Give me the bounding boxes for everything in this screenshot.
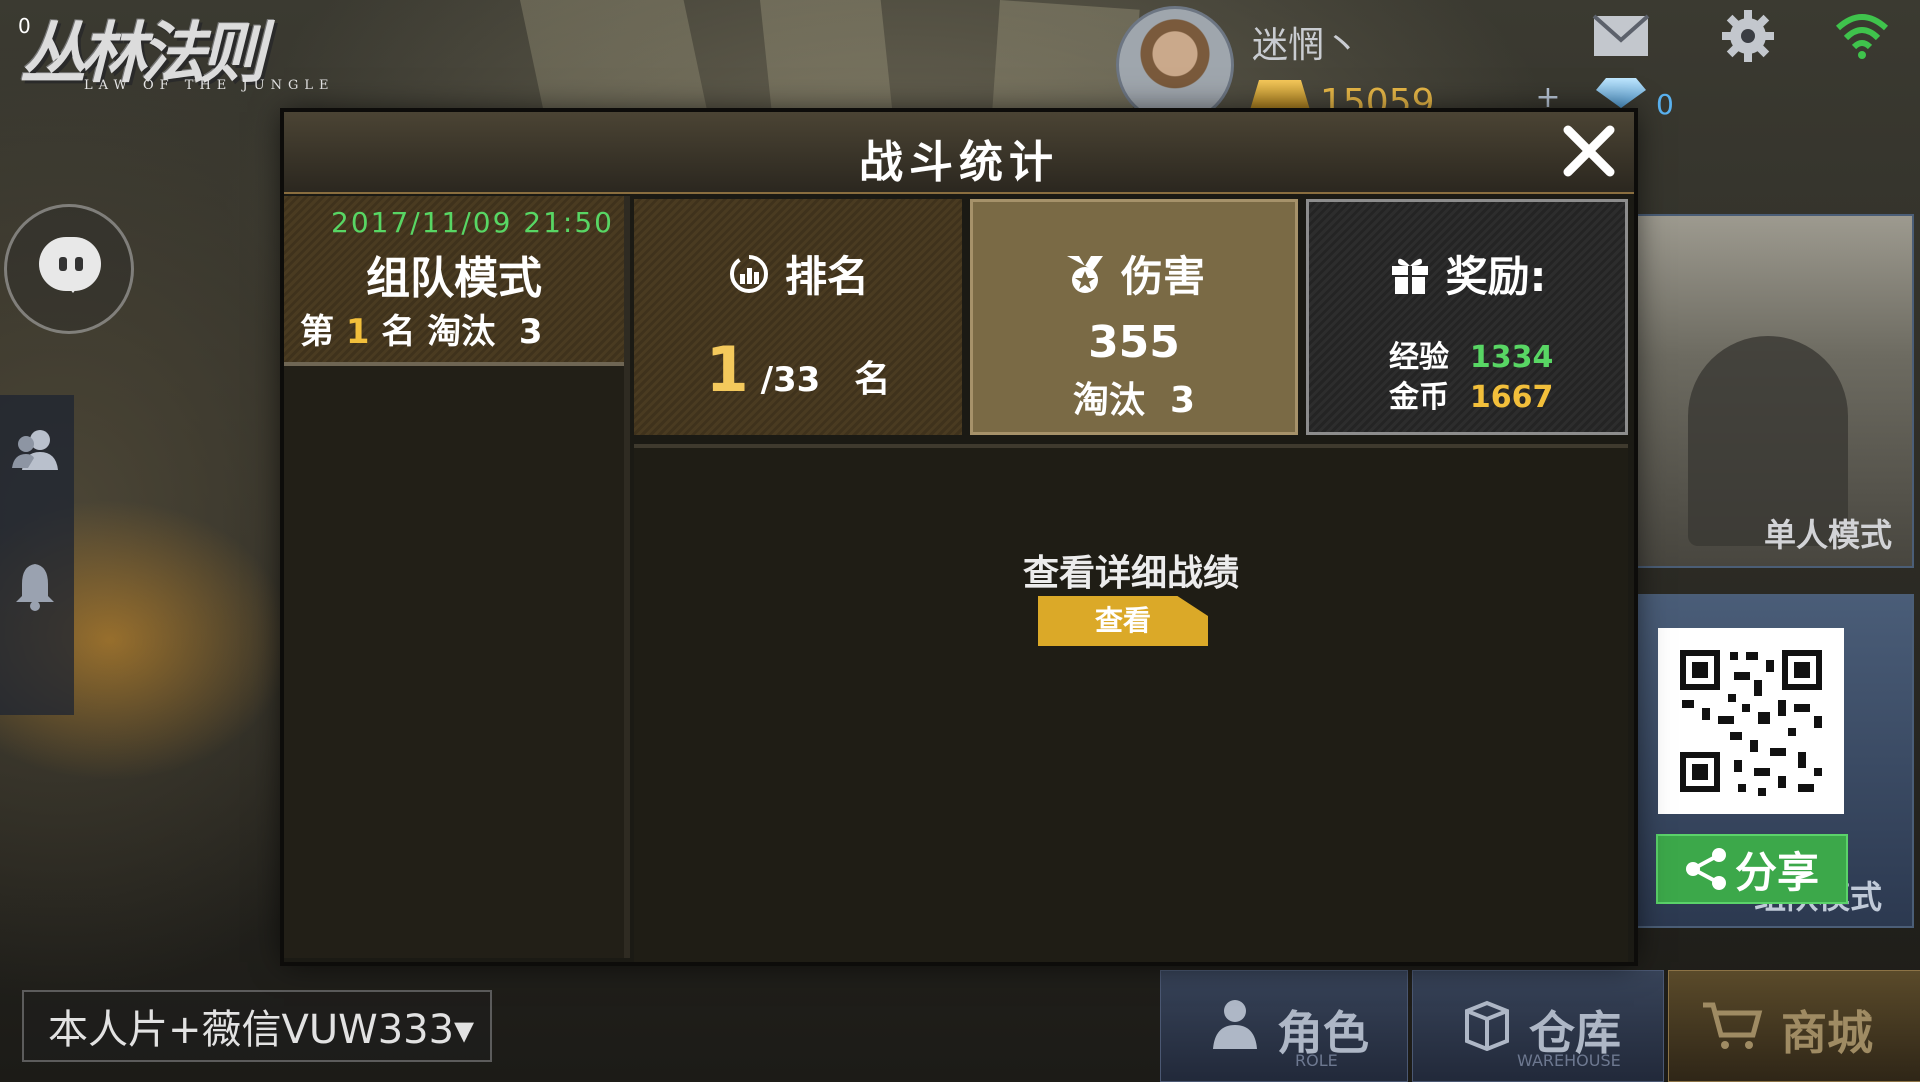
bell-icon[interactable] — [12, 560, 58, 612]
chat-icon — [39, 237, 101, 293]
detail-panel: 查看详细战绩 查看 — [634, 444, 1628, 962]
exp-value: 1334 — [1469, 340, 1554, 375]
rank-total: /33 — [748, 360, 821, 400]
ranking-icon — [729, 254, 768, 293]
close-icon[interactable] — [1560, 122, 1618, 180]
rank-unit: 名 — [854, 359, 891, 400]
watermark-text: 本人片+薇信VUW333▾ — [22, 990, 492, 1062]
cart-icon — [1703, 1002, 1763, 1049]
share-button[interactable]: 分享 — [1656, 834, 1848, 904]
exp-label: 经验 — [1389, 340, 1470, 375]
damage-value: 355 — [1088, 317, 1180, 368]
reward-coin-row: 金币 1667 — [1389, 372, 1553, 416]
coin-value: 1667 — [1469, 380, 1554, 415]
match-place-suffix: 名 淘汰 3 — [369, 312, 543, 352]
rank-label: 排名 — [784, 252, 869, 301]
gear-icon[interactable] — [1722, 10, 1774, 62]
match-history-list: 2017/11/09 21:50 组队模式 第 1 名 淘汰 3 — [284, 196, 630, 958]
qr-code — [1658, 628, 1844, 814]
nav-role-button[interactable]: 角色 ROLE — [1160, 970, 1408, 1082]
single-mode-card[interactable]: 单人模式 — [1636, 214, 1914, 568]
reward-header: 奖励: — [1309, 243, 1625, 304]
match-mode: 组队模式 — [366, 253, 542, 304]
friends-icon[interactable] — [10, 424, 62, 476]
wifi-icon — [1835, 14, 1889, 59]
nav-shop-button[interactable]: 商城 — [1668, 970, 1920, 1082]
dialog-title: 战斗统计 — [859, 137, 1059, 188]
match-date: 2017/11/09 21:50 — [331, 206, 614, 239]
damage-kills: 淘汰 3 — [1072, 380, 1196, 421]
share-label: 分享 — [1734, 847, 1819, 897]
reward-card: 奖励: 经验 1334 金币 1667 — [1306, 199, 1628, 435]
nav-warehouse-button[interactable]: 仓库 WAREHOUSE — [1412, 970, 1664, 1082]
coin-label: 金币 — [1389, 380, 1470, 415]
nav-shop-label: 商城 — [1781, 1006, 1873, 1060]
damage-header: 伤害 — [973, 243, 1295, 304]
damage-card: 伤害 355 淘汰 3 — [970, 199, 1298, 435]
gift-icon — [1391, 258, 1428, 294]
battle-stats-dialog: 战斗统计 2017/11/09 21:50 组队模式 第 1 名 淘汰 3 排名… — [284, 112, 1634, 962]
damage-label: 伤害 — [1120, 252, 1205, 301]
rank-value-line: 1 /33 名 — [634, 333, 962, 406]
reward-label: 奖励: — [1445, 252, 1547, 301]
dialog-header: 战斗统计 — [284, 112, 1634, 194]
nav-warehouse-sub: WAREHOUSE — [1517, 1051, 1621, 1070]
single-mode-label: 单人模式 — [1763, 516, 1892, 554]
detail-label: 查看详细战绩 — [1022, 553, 1239, 594]
match-place-prefix: 第 — [300, 312, 346, 352]
reward-exp-row: 经验 1334 — [1389, 332, 1553, 376]
rank-value: 1 — [705, 333, 749, 406]
rank-header: 排名 — [634, 243, 962, 304]
match-result-line: 第 1 名 淘汰 3 — [300, 304, 543, 353]
warehouse-icon — [1465, 1000, 1509, 1051]
mail-icon[interactable] — [1592, 14, 1650, 58]
logo-title-en: LAW OF THE JUNGLE — [84, 78, 335, 93]
match-place: 1 — [345, 312, 370, 352]
diamond-amount: 0 — [1656, 88, 1674, 121]
share-icon — [1685, 848, 1726, 890]
view-details-button[interactable]: 查看 — [1038, 596, 1208, 646]
nav-role-sub: ROLE — [1295, 1051, 1338, 1070]
chat-button[interactable] — [4, 204, 134, 334]
rank-card: 排名 1 /33 名 — [634, 199, 962, 435]
gold-icon — [1250, 80, 1310, 110]
role-icon — [1213, 1000, 1257, 1049]
game-logo: 丛林法则 LAW OF THE JUNGLE — [10, 0, 350, 100]
player-name: 迷惘丶 — [1252, 25, 1361, 66]
match-history-item[interactable]: 2017/11/09 21:50 组队模式 第 1 名 淘汰 3 — [284, 196, 624, 366]
medal-icon — [1066, 255, 1103, 293]
player-avatar[interactable] — [1116, 6, 1234, 124]
add-gold-button[interactable]: + — [1530, 80, 1566, 115]
